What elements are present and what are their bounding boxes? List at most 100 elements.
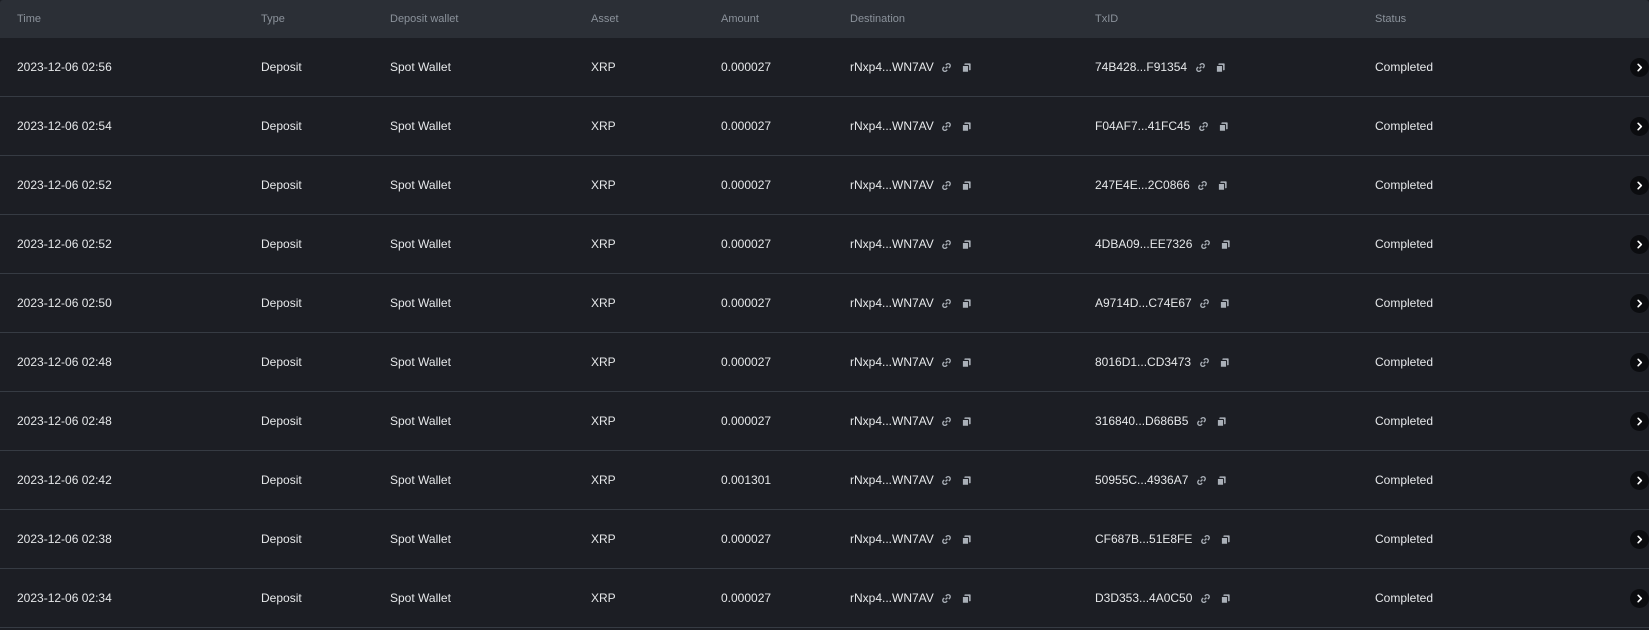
destination-address: rNxp4...WN7AV bbox=[850, 591, 934, 605]
copy-icon[interactable] bbox=[960, 296, 974, 310]
link-icon[interactable] bbox=[1198, 296, 1212, 310]
details-cell bbox=[1585, 293, 1649, 313]
details-button[interactable] bbox=[1630, 57, 1649, 77]
header-amount: Amount bbox=[721, 13, 759, 25]
details-button[interactable] bbox=[1630, 588, 1649, 608]
details-button[interactable] bbox=[1630, 234, 1649, 254]
details-button[interactable] bbox=[1630, 470, 1649, 490]
details-button[interactable] bbox=[1630, 293, 1649, 313]
copy-icon[interactable] bbox=[1213, 60, 1227, 74]
link-icon[interactable] bbox=[1197, 355, 1211, 369]
deposit-wallet-cell: Spot Wallet bbox=[390, 178, 451, 192]
link-icon[interactable] bbox=[940, 591, 954, 605]
copy-icon[interactable] bbox=[960, 414, 974, 428]
details-cell bbox=[1585, 175, 1649, 195]
destination-address: rNxp4...WN7AV bbox=[850, 414, 934, 428]
copy-icon[interactable] bbox=[1218, 532, 1232, 546]
header-type: Type bbox=[261, 13, 285, 25]
time-cell: 2023-12-06 02:48 bbox=[17, 355, 112, 369]
link-icon[interactable] bbox=[1194, 473, 1208, 487]
txid-value: F04AF7...41FC45 bbox=[1095, 119, 1191, 133]
table-row: 2023-12-06 02:42 Deposit Spot Wallet XRP… bbox=[0, 451, 1649, 510]
destination-address: rNxp4...WN7AV bbox=[850, 473, 934, 487]
link-icon[interactable] bbox=[1198, 237, 1212, 251]
details-cell bbox=[1585, 116, 1649, 136]
time-cell: 2023-12-06 02:54 bbox=[17, 119, 112, 133]
deposit-wallet-cell: Spot Wallet bbox=[390, 591, 451, 605]
chevron-right-icon bbox=[1637, 240, 1643, 248]
copy-icon[interactable] bbox=[960, 237, 974, 251]
txid-value: 50955C...4936A7 bbox=[1095, 473, 1189, 487]
link-icon[interactable] bbox=[1194, 414, 1208, 428]
copy-icon[interactable] bbox=[960, 178, 974, 192]
copy-icon[interactable] bbox=[960, 591, 974, 605]
asset-cell: XRP bbox=[591, 119, 616, 133]
link-icon[interactable] bbox=[940, 178, 954, 192]
link-icon[interactable] bbox=[940, 296, 954, 310]
copy-icon[interactable] bbox=[1216, 119, 1230, 133]
details-button[interactable] bbox=[1630, 529, 1649, 549]
link-icon[interactable] bbox=[940, 532, 954, 546]
link-icon[interactable] bbox=[940, 60, 954, 74]
txid-value: 74B428...F91354 bbox=[1095, 60, 1188, 74]
type-cell: Deposit bbox=[261, 119, 302, 133]
details-button[interactable] bbox=[1630, 116, 1649, 136]
status-cell: Completed bbox=[1375, 532, 1434, 546]
link-icon[interactable] bbox=[1196, 178, 1210, 192]
copy-icon[interactable] bbox=[960, 473, 974, 487]
details-button[interactable] bbox=[1630, 175, 1649, 195]
destination-address: rNxp4...WN7AV bbox=[850, 237, 934, 251]
table-row: 2023-12-06 02:50 Deposit Spot Wallet XRP… bbox=[0, 274, 1649, 333]
details-button[interactable] bbox=[1630, 352, 1649, 372]
link-icon[interactable] bbox=[1198, 591, 1212, 605]
copy-icon[interactable] bbox=[1218, 591, 1232, 605]
type-cell: Deposit bbox=[261, 532, 302, 546]
time-cell: 2023-12-06 02:50 bbox=[17, 296, 112, 310]
copy-icon[interactable] bbox=[960, 355, 974, 369]
link-icon[interactable] bbox=[940, 355, 954, 369]
table-row: 2023-12-06 02:52 Deposit Spot Wallet XRP… bbox=[0, 156, 1649, 215]
link-icon[interactable] bbox=[1193, 60, 1207, 74]
asset-cell: XRP bbox=[591, 60, 616, 74]
amount-cell: 0.000027 bbox=[721, 532, 772, 546]
status-cell: Completed bbox=[1375, 237, 1434, 251]
details-cell bbox=[1585, 57, 1649, 77]
details-cell bbox=[1585, 411, 1649, 431]
copy-icon[interactable] bbox=[960, 60, 974, 74]
link-icon[interactable] bbox=[1198, 532, 1212, 546]
link-icon[interactable] bbox=[940, 414, 954, 428]
link-icon[interactable] bbox=[1196, 119, 1210, 133]
link-icon[interactable] bbox=[940, 473, 954, 487]
chevron-right-icon bbox=[1637, 299, 1643, 307]
table-row: 2023-12-06 02:54 Deposit Spot Wallet XRP… bbox=[0, 97, 1649, 156]
deposit-wallet-cell: Spot Wallet bbox=[390, 355, 451, 369]
amount-cell: 0.000027 bbox=[721, 296, 772, 310]
asset-cell: XRP bbox=[591, 591, 616, 605]
copy-icon[interactable] bbox=[1218, 237, 1232, 251]
copy-icon[interactable] bbox=[1218, 296, 1232, 310]
destination-cell: rNxp4...WN7AV bbox=[850, 355, 1095, 369]
status-cell: Completed bbox=[1375, 60, 1434, 74]
destination-address: rNxp4...WN7AV bbox=[850, 178, 934, 192]
chevron-right-icon bbox=[1637, 122, 1643, 130]
table-row: 2023-12-06 02:34 Deposit Spot Wallet XRP… bbox=[0, 569, 1649, 628]
header-asset: Asset bbox=[591, 13, 619, 25]
table-body: 2023-12-06 02:56 Deposit Spot Wallet XRP… bbox=[0, 38, 1649, 628]
copy-icon[interactable] bbox=[960, 532, 974, 546]
copy-icon[interactable] bbox=[1217, 355, 1231, 369]
chevron-right-icon bbox=[1637, 358, 1643, 366]
destination-cell: rNxp4...WN7AV bbox=[850, 532, 1095, 546]
txid-cell: D3D353...4A0C50 bbox=[1095, 591, 1375, 605]
deposit-wallet-cell: Spot Wallet bbox=[390, 296, 451, 310]
table-row: 2023-12-06 02:48 Deposit Spot Wallet XRP… bbox=[0, 333, 1649, 392]
copy-icon[interactable] bbox=[1214, 473, 1228, 487]
type-cell: Deposit bbox=[261, 414, 302, 428]
destination-address: rNxp4...WN7AV bbox=[850, 60, 934, 74]
link-icon[interactable] bbox=[940, 119, 954, 133]
copy-icon[interactable] bbox=[1216, 178, 1230, 192]
type-cell: Deposit bbox=[261, 591, 302, 605]
details-button[interactable] bbox=[1630, 411, 1649, 431]
copy-icon[interactable] bbox=[960, 119, 974, 133]
link-icon[interactable] bbox=[940, 237, 954, 251]
copy-icon[interactable] bbox=[1214, 414, 1228, 428]
